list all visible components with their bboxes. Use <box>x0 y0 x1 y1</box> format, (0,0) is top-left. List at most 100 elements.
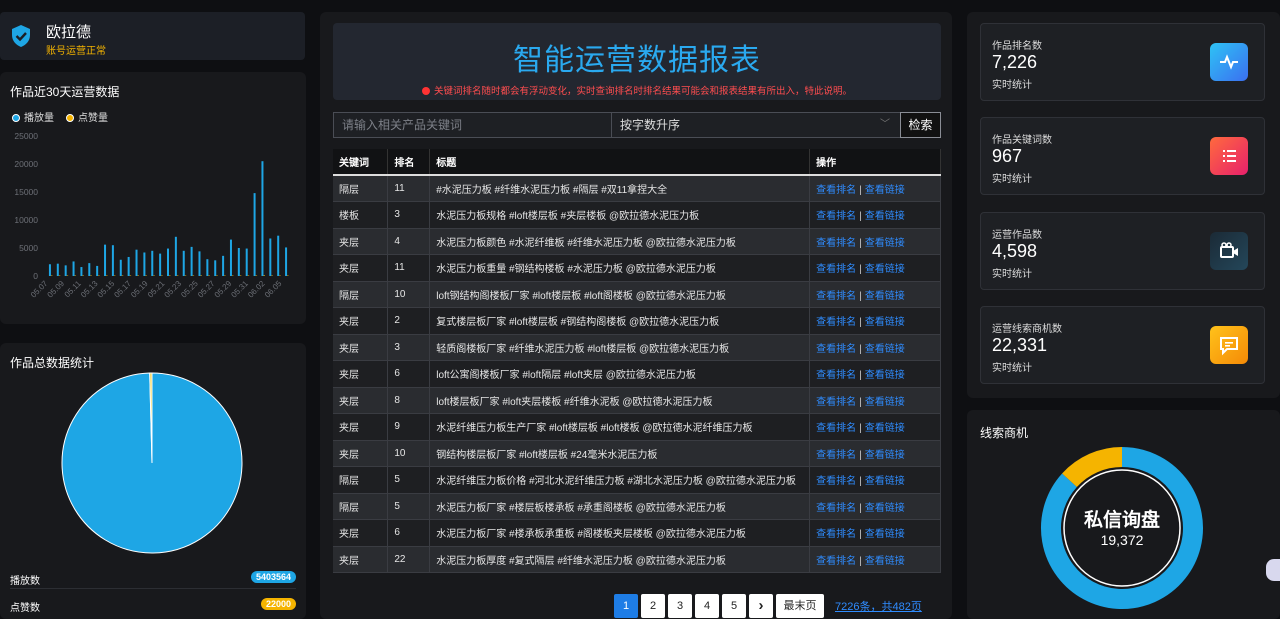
title-cell: 水泥纤维压力板生产厂家 #loft楼层板 #loft楼板 @欧拉德水泥纤维压力板 <box>429 413 811 441</box>
table-row: 夹层 22 水泥压力板厚度 #复式隔层 #纤维水泥压力板 @欧拉德水泥压力板 查看排名… <box>333 546 941 573</box>
pie-chart-panel: 作品总数据统计 播放数 5403564 点赞数 22000 <box>0 343 306 619</box>
view-link-link[interactable]: 查看链接 <box>865 317 905 328</box>
keyword-cell: 夹层 <box>333 228 389 255</box>
page-button[interactable]: 4 <box>695 594 719 618</box>
report-panel: 智能运营数据报表 关键词排名随时都会有浮动变化，实时查询排名时排名结果可能会和报… <box>320 12 952 619</box>
rank-cell: 5 <box>387 493 431 520</box>
column-header[interactable]: 关键词 <box>333 149 389 176</box>
separator: | <box>859 237 862 249</box>
view-link-link[interactable]: 查看链接 <box>865 529 905 540</box>
table-row: 隔层 10 loft钢结构阁楼板厂家 #loft楼层板 #loft阁楼板 @欧拉德水… <box>333 281 941 308</box>
view-link-link[interactable]: 查看链接 <box>865 503 905 514</box>
view-link-link[interactable]: 查看链接 <box>865 556 905 567</box>
page-button[interactable]: 2 <box>641 594 665 618</box>
view-rank-link[interactable]: 查看排名 <box>816 238 856 249</box>
separator: | <box>859 529 862 541</box>
view-link-link[interactable]: 查看链接 <box>865 370 905 381</box>
separator: | <box>859 502 862 514</box>
bar-plays <box>143 252 146 276</box>
bar-plays <box>167 248 169 276</box>
activity-icon <box>1210 43 1248 81</box>
keyword-cell: 隔层 <box>333 281 389 308</box>
page-button[interactable]: 3 <box>668 594 692 618</box>
view-link-link[interactable]: 查看链接 <box>865 423 905 434</box>
view-rank-link[interactable]: 查看排名 <box>816 317 856 328</box>
view-link-link[interactable]: 查看链接 <box>865 344 905 355</box>
rank-cell: 3 <box>387 334 431 361</box>
view-link-link[interactable]: 查看链接 <box>865 476 905 487</box>
view-rank-link[interactable]: 查看排名 <box>816 423 856 434</box>
pagination: 1 2 3 4 5 › 最末页 7226条，共482页 <box>614 593 922 619</box>
view-rank-link[interactable]: 查看排名 <box>816 476 856 487</box>
view-rank-link[interactable]: 查看排名 <box>816 503 856 514</box>
bar-plays <box>96 265 99 276</box>
view-rank-link[interactable]: 查看排名 <box>816 370 856 381</box>
bar-plays <box>261 161 264 276</box>
bar-likes <box>169 275 171 276</box>
rank-cell: 9 <box>387 413 431 441</box>
bar-plays <box>229 239 232 276</box>
view-rank-link[interactable]: 查看排名 <box>816 211 856 222</box>
bar-plays <box>237 248 240 276</box>
view-rank-link[interactable]: 查看排名 <box>816 185 856 196</box>
bar-likes <box>279 275 281 276</box>
last-page-button[interactable]: 最末页 <box>776 594 824 618</box>
sort-select[interactable]: 按字数升序 ﹀ <box>611 112 900 138</box>
separator: | <box>859 211 862 223</box>
metric-label: 作品排名数 <box>992 41 1042 52</box>
metric-card-rankings: 作品排名数 7,226 实时统计 <box>980 23 1265 101</box>
legend-dot <box>12 114 20 122</box>
bar-plays <box>151 250 154 276</box>
stat-row-plays: 播放数 5403564 <box>10 567 296 589</box>
column-header[interactable]: 标题 <box>429 149 811 176</box>
rank-cell: 22 <box>387 546 431 573</box>
view-link-link[interactable]: 查看链接 <box>865 291 905 302</box>
keyword-search-input[interactable] <box>333 112 611 138</box>
search-bar: 按字数升序 ﹀ 检索 <box>333 112 941 138</box>
view-rank-link[interactable]: 查看排名 <box>816 344 856 355</box>
donut-center-label: 私信询盘 <box>1083 510 1160 531</box>
list-icon <box>1210 137 1248 175</box>
view-link-link[interactable]: 查看链接 <box>865 397 905 408</box>
search-button[interactable]: 检索 <box>900 112 941 138</box>
view-rank-link[interactable]: 查看排名 <box>816 450 856 461</box>
bar-plays <box>222 255 225 276</box>
view-rank-link[interactable]: 查看排名 <box>816 264 856 275</box>
metric-sub: 实时统计 <box>992 174 1032 185</box>
view-link-link[interactable]: 查看链接 <box>865 211 905 222</box>
view-link-link[interactable]: 查看链接 <box>865 238 905 249</box>
chevron-down-icon: ﹀ <box>880 119 890 130</box>
rank-cell: 6 <box>387 360 431 388</box>
page-button[interactable]: 5 <box>722 594 746 618</box>
pagination-total[interactable]: 7226条，共482页 <box>835 598 922 614</box>
view-rank-link[interactable]: 查看排名 <box>816 556 856 567</box>
keyword-cell: 隔层 <box>333 175 389 202</box>
column-header[interactable]: 排名 <box>387 149 431 176</box>
float-helper-button[interactable] <box>1266 559 1280 581</box>
keyword-cell: 隔层 <box>333 466 389 494</box>
metric-card-leads: 运营线索商机数 22,331 实时统计 <box>980 306 1265 384</box>
pie-chart <box>61 372 243 554</box>
table-row: 夹层 6 水泥压力板厂家 #楼承板承重板 #阁楼板夹层楼板 @欧拉德水泥压力板 查看排… <box>333 519 941 547</box>
actions-cell: 查看排名 | 查看链接 <box>809 281 941 308</box>
bar-likes <box>192 275 195 276</box>
view-link-link[interactable]: 查看链接 <box>865 185 905 196</box>
metric-value: 4,598 <box>992 241 1038 261</box>
bar-likes <box>176 275 179 276</box>
view-link-link[interactable]: 查看链接 <box>865 450 905 461</box>
legend-dot <box>66 114 74 122</box>
bar-likes <box>98 275 100 276</box>
separator: | <box>859 317 862 329</box>
next-page-button[interactable]: › <box>749 594 773 618</box>
actions-cell: 查看排名 | 查看链接 <box>809 519 941 547</box>
bar-likes <box>224 275 226 276</box>
rank-cell: 4 <box>387 228 431 255</box>
view-rank-link[interactable]: 查看排名 <box>816 529 856 540</box>
view-rank-link[interactable]: 查看排名 <box>816 397 856 408</box>
title-cell: 水泥压力板厚度 #复式隔层 #纤维水泥压力板 @欧拉德水泥压力板 <box>429 546 811 573</box>
view-link-link[interactable]: 查看链接 <box>865 264 905 275</box>
view-rank-link[interactable]: 查看排名 <box>816 291 856 302</box>
page-button[interactable]: 1 <box>614 594 638 618</box>
x-tick-label: 05.29 <box>213 279 234 300</box>
metric-label: 运营作品数 <box>992 230 1042 241</box>
